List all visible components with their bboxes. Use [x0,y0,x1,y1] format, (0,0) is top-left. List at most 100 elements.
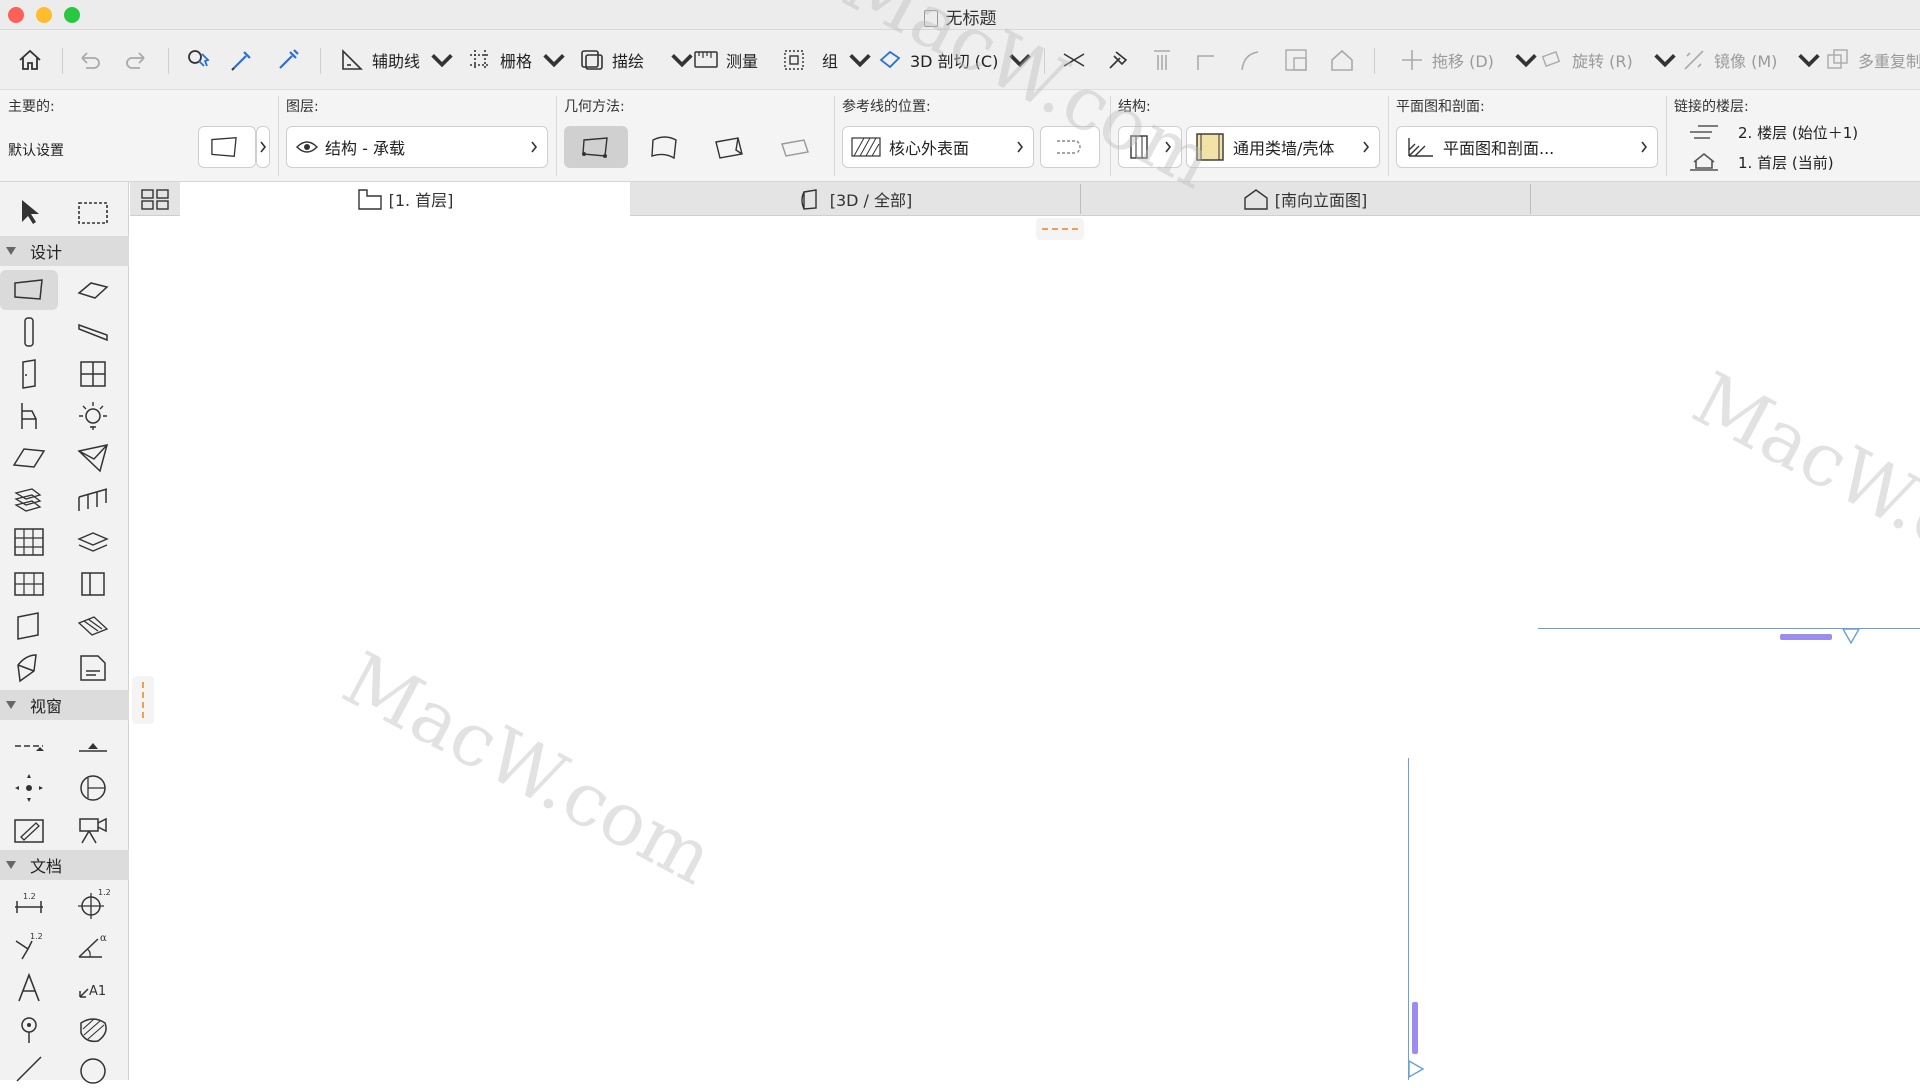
label-tool[interactable] [64,648,122,688]
element-settings-arrow[interactable] [256,126,270,168]
angle-dimension-tool[interactable]: α [64,926,122,966]
mesh-tool[interactable] [64,522,122,562]
linked-top-story[interactable]: 2. 楼层 (始位＋1) [1738,122,1858,143]
object-tool[interactable] [0,396,58,436]
tab-3d-label: [3D / 全部] [829,191,913,210]
roof-tool[interactable] [0,438,58,478]
worksheet-tool[interactable] [64,768,122,808]
door-tool[interactable] [0,354,58,394]
tab-3d[interactable]: [3D / 全部] [630,182,1080,216]
measure-button[interactable]: 测量 [692,44,758,76]
curtain-wall-tool[interactable] [0,522,58,562]
fillet-button[interactable] [1192,44,1220,76]
layer-select[interactable]: 结构 - 承载 [286,126,548,168]
elevation-tool[interactable] [64,726,122,766]
left-scroll-marker[interactable] [132,676,154,724]
label-leader-tool[interactable]: A1 [64,968,122,1008]
elevation-house-icon [1244,189,1268,210]
fill-hatch-icon [80,1018,107,1043]
geometry-slanted-button[interactable] [766,126,824,168]
reference-line-select[interactable]: 核心外表面 [842,126,1034,168]
drawing-canvas[interactable]: MacW.com MacW.com [130,216,1920,1080]
arrow-tool[interactable] [0,192,58,232]
shell-tool[interactable] [64,438,122,478]
linked-bottom-story[interactable]: 1. 首层 (当前) [1738,152,1834,173]
radial-dimension-tool[interactable]: 1.2 [64,884,122,924]
redo-button[interactable] [122,44,150,76]
circle-tool[interactable] [64,1048,122,1088]
tab-floor-plan[interactable]: [1. 首层] [180,182,630,216]
wall-end-icon [17,612,39,640]
geometry-straight-button[interactable] [564,126,628,168]
section-document[interactable]: 文档 [0,850,129,880]
group-icon [784,50,804,70]
default-settings-label: 默认设置 [8,143,64,159]
change-tool[interactable] [0,810,58,850]
home-story-icon [1690,152,1718,171]
group-button[interactable]: 组 [780,44,874,76]
resize-button[interactable] [1282,44,1310,76]
find-select-button[interactable] [184,44,212,76]
line-tool[interactable] [0,1048,58,1088]
top-link-icon [1690,125,1718,139]
syringe-button[interactable] [274,44,302,76]
roof-icon [12,448,46,468]
marker-tool[interactable] [0,1010,58,1050]
section-tool[interactable] [0,726,58,766]
slab-tool[interactable] [64,270,122,310]
level-dimension-tool[interactable]: 1.2 [0,926,58,966]
plan-section-select[interactable]: 平面图和剖面... [1396,126,1658,168]
eyedropper-button[interactable] [228,44,256,76]
plan-section-value: 平面图和剖面... [1443,139,1555,158]
view-map-button[interactable] [130,182,180,216]
camera-tool[interactable] [64,810,122,850]
text-tool[interactable] [0,968,58,1008]
dimension-tool[interactable]: 1.2 [0,884,58,924]
wall-tool[interactable] [0,270,58,310]
geometry-trapezoid-button[interactable] [702,126,756,168]
mirror-label: 镜像 (M) [1714,52,1778,71]
group-label: 组 [822,52,839,71]
chevron-down-icon [1654,54,1676,68]
wall-end-tool[interactable] [0,606,58,646]
trace-button[interactable]: 描绘 [578,44,696,76]
railing-tool[interactable] [64,480,122,520]
window-tool[interactable] [64,354,122,394]
elevation-button[interactable] [1328,44,1356,76]
guide-line-button[interactable]: 辅助线 [338,44,456,76]
layer-label: 图层: [286,99,319,115]
horizontal-axis-bar [1780,634,1832,640]
mirror-button[interactable]: 镜像 (M) [1680,44,1823,76]
geometry-curved-button[interactable] [636,126,694,168]
fill-tool[interactable] [64,1010,122,1050]
corner-window-tool[interactable] [64,564,122,604]
top-scroll-marker[interactable] [1036,218,1084,240]
drag-button[interactable]: 拖移 (D) [1398,44,1540,76]
curve-button[interactable] [1236,44,1264,76]
undo-button[interactable] [76,44,104,76]
column-tool[interactable] [0,312,58,352]
beam-tool[interactable] [64,312,122,352]
marquee-tool[interactable] [64,192,122,232]
skylight-tool[interactable] [0,564,58,604]
lamp-tool[interactable] [64,396,122,436]
crosshair-icon: 1.2 [78,888,110,919]
home-button[interactable] [16,44,44,76]
section-view[interactable]: 视窗 [0,690,129,720]
morph-tool[interactable] [64,606,122,646]
watermark: MacW.com [329,636,727,902]
element-settings-button[interactable] [198,126,256,168]
tab-south-elevation[interactable]: [南向立面图] [1080,182,1530,216]
multiply-button[interactable]: 多重复制 [1824,44,1920,76]
rotate-button[interactable]: 旋转 (R) [1538,44,1679,76]
slanted-wall-icon [781,139,809,157]
zone-tool[interactable] [0,648,58,688]
slab-icon [77,282,109,299]
level-dimension-icon: 1.2 [15,932,43,960]
stair-tool[interactable] [0,480,58,520]
adjust-button[interactable] [1148,44,1176,76]
interior-elevation-tool[interactable] [0,768,58,808]
curved-wall-icon [651,136,677,160]
grid-button[interactable]: 栅格 [466,44,568,76]
section-design[interactable]: 设计 [0,236,129,266]
